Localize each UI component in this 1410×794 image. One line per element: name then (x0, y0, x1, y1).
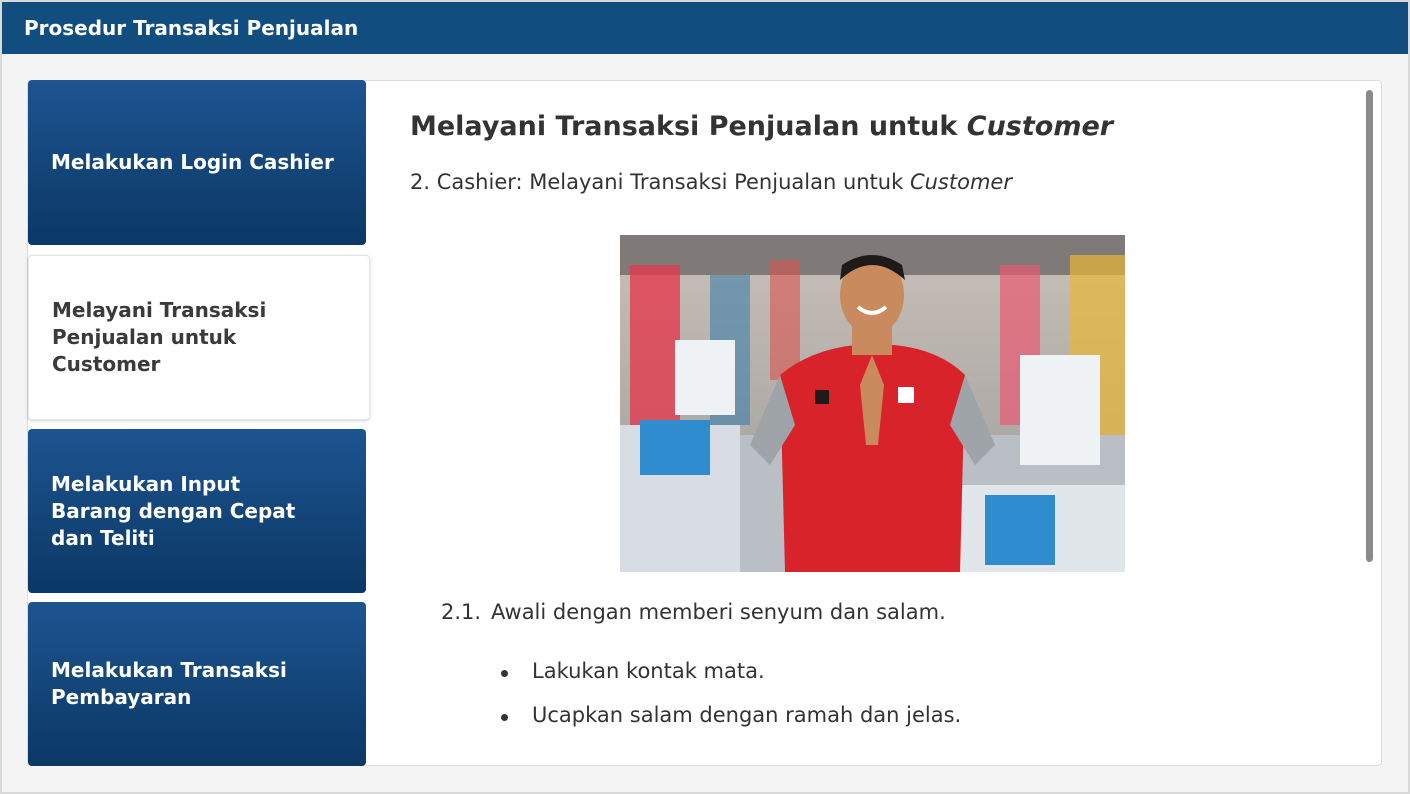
step-title: 2. Cashier: Melayani Transaksi Penjualan… (410, 170, 1012, 194)
section-heading: Melayani Transaksi Penjualan untuk Custo… (410, 111, 1114, 142)
bullet-list: Lakukan kontak mata. Ucapkan salam denga… (497, 659, 961, 747)
list-item: Ucapkan salam dengan ramah dan jelas. (497, 703, 961, 747)
sidebar-item-transaksi-pembayaran[interactable]: Melakukan Transaksi Pembayaran (28, 602, 366, 766)
header-bar: Prosedur Transaksi Penjualan (2, 2, 1408, 54)
sidebar-item-label: Melakukan Login Cashier (51, 150, 334, 174)
sidebar-item-input-barang[interactable]: Melakukan Input Barang dengan Cepat dan … (28, 429, 366, 593)
list-item: Lakukan kontak mata. (497, 659, 961, 703)
cashier-photo (620, 235, 1125, 572)
sidebar-item-label: Melakukan Transaksi Pembayaran (51, 658, 287, 709)
substep: 2.1. Awali dengan memberi senyum dan sala… (441, 600, 946, 624)
content-scrollbar[interactable] (1366, 90, 1373, 562)
sidebar-item-login-cashier[interactable]: Melakukan Login Cashier (28, 80, 366, 245)
main-content: Melayani Transaksi Penjualan untuk Custo… (367, 81, 1372, 765)
sidebar-item-melayani-transaksi[interactable]: Melayani Transaksi Penjualan untuk Custo… (28, 255, 370, 420)
sidebar-item-label: Melakukan Input Barang dengan Cepat dan … (51, 471, 296, 550)
sidebar-item-label: Melayani Transaksi Penjualan untuk Custo… (52, 298, 267, 376)
page-title: Prosedur Transaksi Penjualan (24, 16, 359, 40)
